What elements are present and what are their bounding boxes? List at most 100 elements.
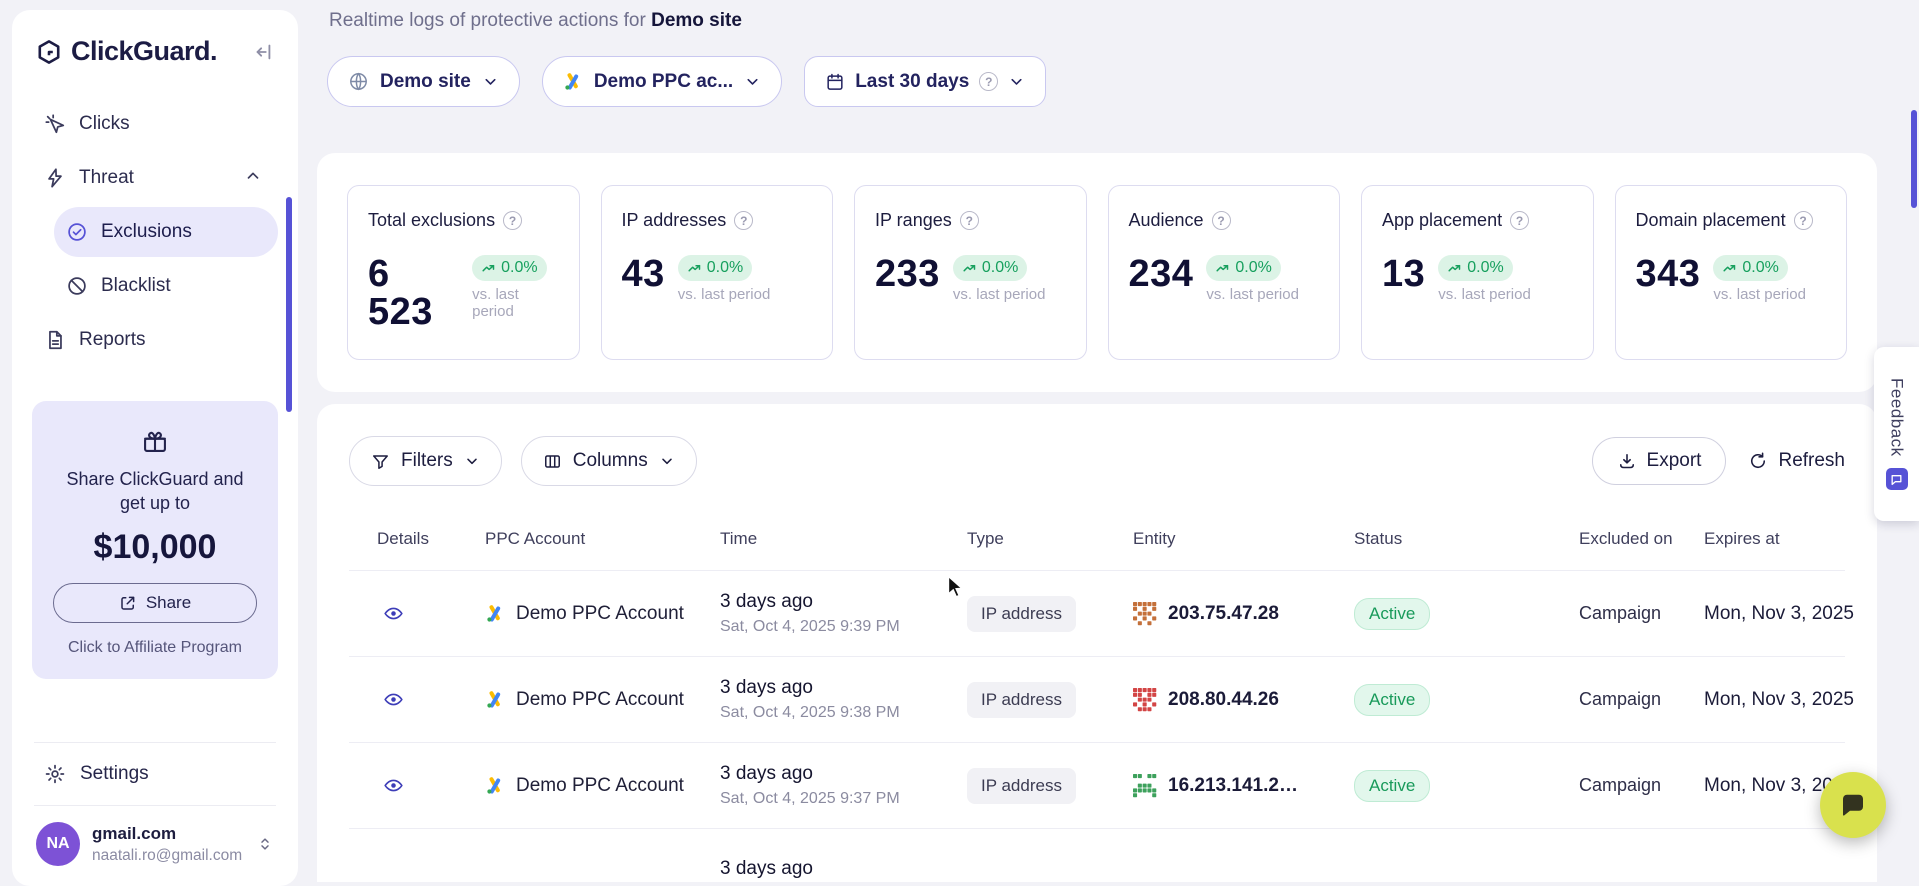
gift-icon — [141, 427, 169, 455]
sidebar-scrollbar-thumb[interactable] — [286, 197, 292, 412]
column-header-details[interactable]: Details — [349, 528, 457, 550]
table-toolbar: Filters Columns Export Refresh — [349, 436, 1845, 486]
stat-value: 233 — [875, 255, 940, 293]
affiliate-link[interactable]: Click to Affiliate Program — [68, 639, 242, 657]
status-badge: Active — [1354, 770, 1430, 802]
sidebar-item-label: Threat — [79, 167, 134, 189]
ppc-account-name: Demo PPC Account — [516, 689, 684, 711]
view-details-icon[interactable] — [383, 775, 404, 796]
main-content: Realtime logs of protective actions for … — [317, 0, 1877, 882]
type-badge: IP address — [967, 682, 1076, 718]
stat-card-ip-ranges: IP ranges? 233 0.0% vs. last period — [854, 185, 1087, 360]
columns-button[interactable]: Columns — [521, 436, 697, 486]
stat-label: Domain placement — [1636, 210, 1786, 231]
sidebar-item-clicks[interactable]: Clicks — [32, 99, 278, 149]
feedback-tab[interactable]: Feedback — [1874, 347, 1919, 521]
trend-up-icon — [1722, 261, 1737, 276]
help-icon[interactable]: ? — [960, 211, 979, 230]
stat-label: Total exclusions — [368, 210, 495, 231]
sidebar-item-threat[interactable]: Threat — [32, 153, 278, 203]
help-icon[interactable]: ? — [1510, 211, 1529, 230]
time-relative: 3 days ago — [720, 677, 900, 699]
reports-icon — [44, 329, 66, 351]
ppc-account-selector[interactable]: Demo PPC ac... — [542, 56, 782, 107]
affiliate-promo-card[interactable]: Share ClickGuard and get up to $10,000 S… — [32, 401, 278, 679]
subtitle-text: Realtime logs of protective actions for — [329, 10, 646, 31]
ppc-account-name: Demo PPC Account — [516, 603, 684, 625]
trend-up-icon — [1215, 261, 1230, 276]
time-relative: 3 days ago — [720, 763, 900, 785]
sidebar-collapse-icon[interactable] — [252, 41, 274, 63]
sidebar-item-label: Clicks — [79, 113, 130, 135]
help-icon[interactable]: ? — [1212, 211, 1231, 230]
stat-label: App placement — [1382, 210, 1502, 231]
chevron-down-icon — [464, 453, 480, 469]
chevron-down-icon — [744, 73, 761, 90]
chat-launcher-button[interactable] — [1820, 772, 1886, 838]
share-button[interactable]: Share — [53, 583, 257, 623]
trend-badge: 0.0% — [1206, 255, 1280, 281]
refresh-button[interactable]: Refresh — [1748, 450, 1845, 472]
trend-up-icon — [687, 261, 702, 276]
selector-row: Demo site Demo PPC ac... Last 30 days ? — [327, 56, 1877, 107]
view-details-icon[interactable] — [383, 603, 404, 624]
export-button[interactable]: Export — [1592, 437, 1727, 485]
export-button-label: Export — [1647, 450, 1702, 472]
column-header-ppc-account[interactable]: PPC Account — [457, 528, 692, 550]
filters-button[interactable]: Filters — [349, 436, 502, 486]
excluded-on-value: Campaign — [1579, 775, 1661, 796]
date-range-selector[interactable]: Last 30 days ? — [804, 56, 1046, 107]
sidebar-item-label: Blacklist — [101, 275, 171, 297]
promo-message: Share ClickGuard and get up to — [65, 467, 245, 516]
site-selector-value: Demo site — [380, 71, 471, 93]
column-header-status[interactable]: Status — [1326, 528, 1551, 550]
sidebar-item-reports[interactable]: Reports — [32, 315, 278, 365]
status-badge: Active — [1354, 598, 1430, 630]
view-details-icon[interactable] — [383, 689, 404, 710]
sidebar: ClickGuard. Clicks Threat — [12, 10, 298, 886]
help-icon[interactable]: ? — [503, 211, 522, 230]
stat-delta: 0.0% — [1235, 259, 1271, 277]
stat-delta: 0.0% — [1467, 259, 1503, 277]
columns-button-label: Columns — [573, 450, 648, 472]
stat-caption: vs. last period — [1713, 286, 1806, 303]
column-header-excluded-on[interactable]: Excluded on — [1551, 528, 1676, 550]
entity-identicon — [1133, 602, 1157, 626]
trend-badge: 0.0% — [1438, 255, 1512, 281]
sidebar-nav: Clicks Threat Exclusions — [32, 99, 278, 365]
sidebar-item-blacklist[interactable]: Blacklist — [54, 261, 278, 311]
globe-icon — [348, 71, 369, 92]
sidebar-item-exclusions[interactable]: Exclusions — [54, 207, 278, 257]
table-row: Demo PPC Account 3 days ago Sat, Oct 4, … — [349, 656, 1845, 742]
help-icon[interactable]: ? — [1794, 211, 1813, 230]
google-ads-icon — [563, 72, 583, 92]
page-scrollbar-thumb[interactable] — [1911, 110, 1917, 208]
column-header-entity[interactable]: Entity — [1105, 528, 1326, 550]
entity-identicon — [1133, 688, 1157, 712]
column-header-expires-at[interactable]: Expires at — [1676, 528, 1845, 550]
sidebar-item-settings[interactable]: Settings — [32, 743, 278, 805]
column-header-time[interactable]: Time — [692, 528, 939, 550]
stat-value: 13 — [1382, 255, 1425, 293]
trend-up-icon — [962, 261, 977, 276]
stat-value: 234 — [1129, 255, 1194, 293]
stat-caption: vs. last period — [1206, 286, 1299, 303]
column-header-type[interactable]: Type — [939, 528, 1105, 550]
entity-value: 208.80.44.26 — [1168, 689, 1279, 711]
google-ads-icon — [485, 776, 505, 796]
help-icon[interactable]: ? — [734, 211, 753, 230]
stats-panel: Total exclusions? 6 523 0.0% vs. last pe… — [317, 153, 1877, 392]
stat-caption: vs. last period — [678, 286, 771, 303]
trend-up-icon — [481, 261, 496, 276]
time-relative: 3 days ago — [720, 591, 900, 613]
expires-at-value: Mon, Nov 3, 2025 — [1704, 603, 1854, 625]
subtitle-site-name: Demo site — [651, 10, 742, 31]
stat-delta: 0.0% — [982, 259, 1018, 277]
stat-delta: 0.0% — [1742, 259, 1778, 277]
time-full: Sat, Oct 4, 2025 9:37 PM — [720, 790, 900, 808]
site-selector[interactable]: Demo site — [327, 56, 520, 107]
stat-caption: vs. last period — [953, 286, 1046, 303]
account-switcher[interactable]: NA gmail.com naatali.ro@gmail.com — [32, 806, 278, 868]
user-name: gmail.com — [92, 824, 244, 844]
threat-icon — [44, 167, 66, 189]
